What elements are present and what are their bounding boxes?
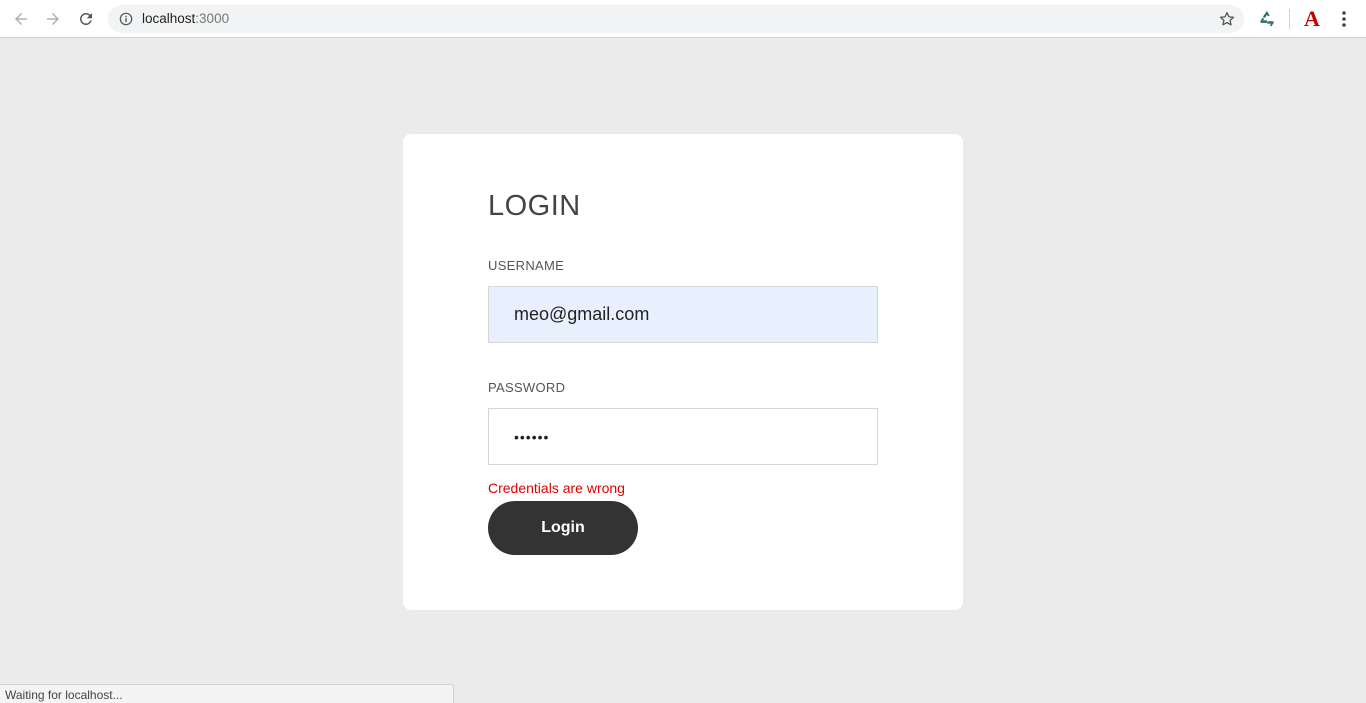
browser-toolbar: localhost:3000 A [0,0,1366,38]
url-host: localhost [142,11,196,26]
star-icon[interactable] [1218,10,1236,28]
page-title: LOGIN [488,190,581,222]
info-icon[interactable] [119,12,133,26]
password-label: PASSWORD [488,380,566,395]
login-button[interactable]: Login [488,501,638,555]
error-message: Credentials are wrong [488,480,625,496]
acrobat-icon[interactable]: A [1300,6,1324,32]
login-card: LOGIN USERNAME PASSWORD Credentials are … [403,134,963,610]
back-arrow-icon[interactable] [9,7,33,31]
url-text: localhost:3000 [142,11,229,27]
password-input[interactable] [488,408,878,465]
status-bar: Waiting for localhost... [0,684,454,703]
url-port: :3000 [195,11,230,26]
kebab-menu-icon[interactable] [1335,9,1353,29]
username-label: USERNAME [488,258,565,273]
username-input[interactable] [488,286,878,343]
recycle-icon[interactable] [1257,9,1277,29]
forward-arrow-icon[interactable] [41,7,65,31]
reload-icon[interactable] [74,7,98,31]
address-bar[interactable]: localhost:3000 [108,5,1244,33]
toolbar-divider [1289,9,1290,29]
